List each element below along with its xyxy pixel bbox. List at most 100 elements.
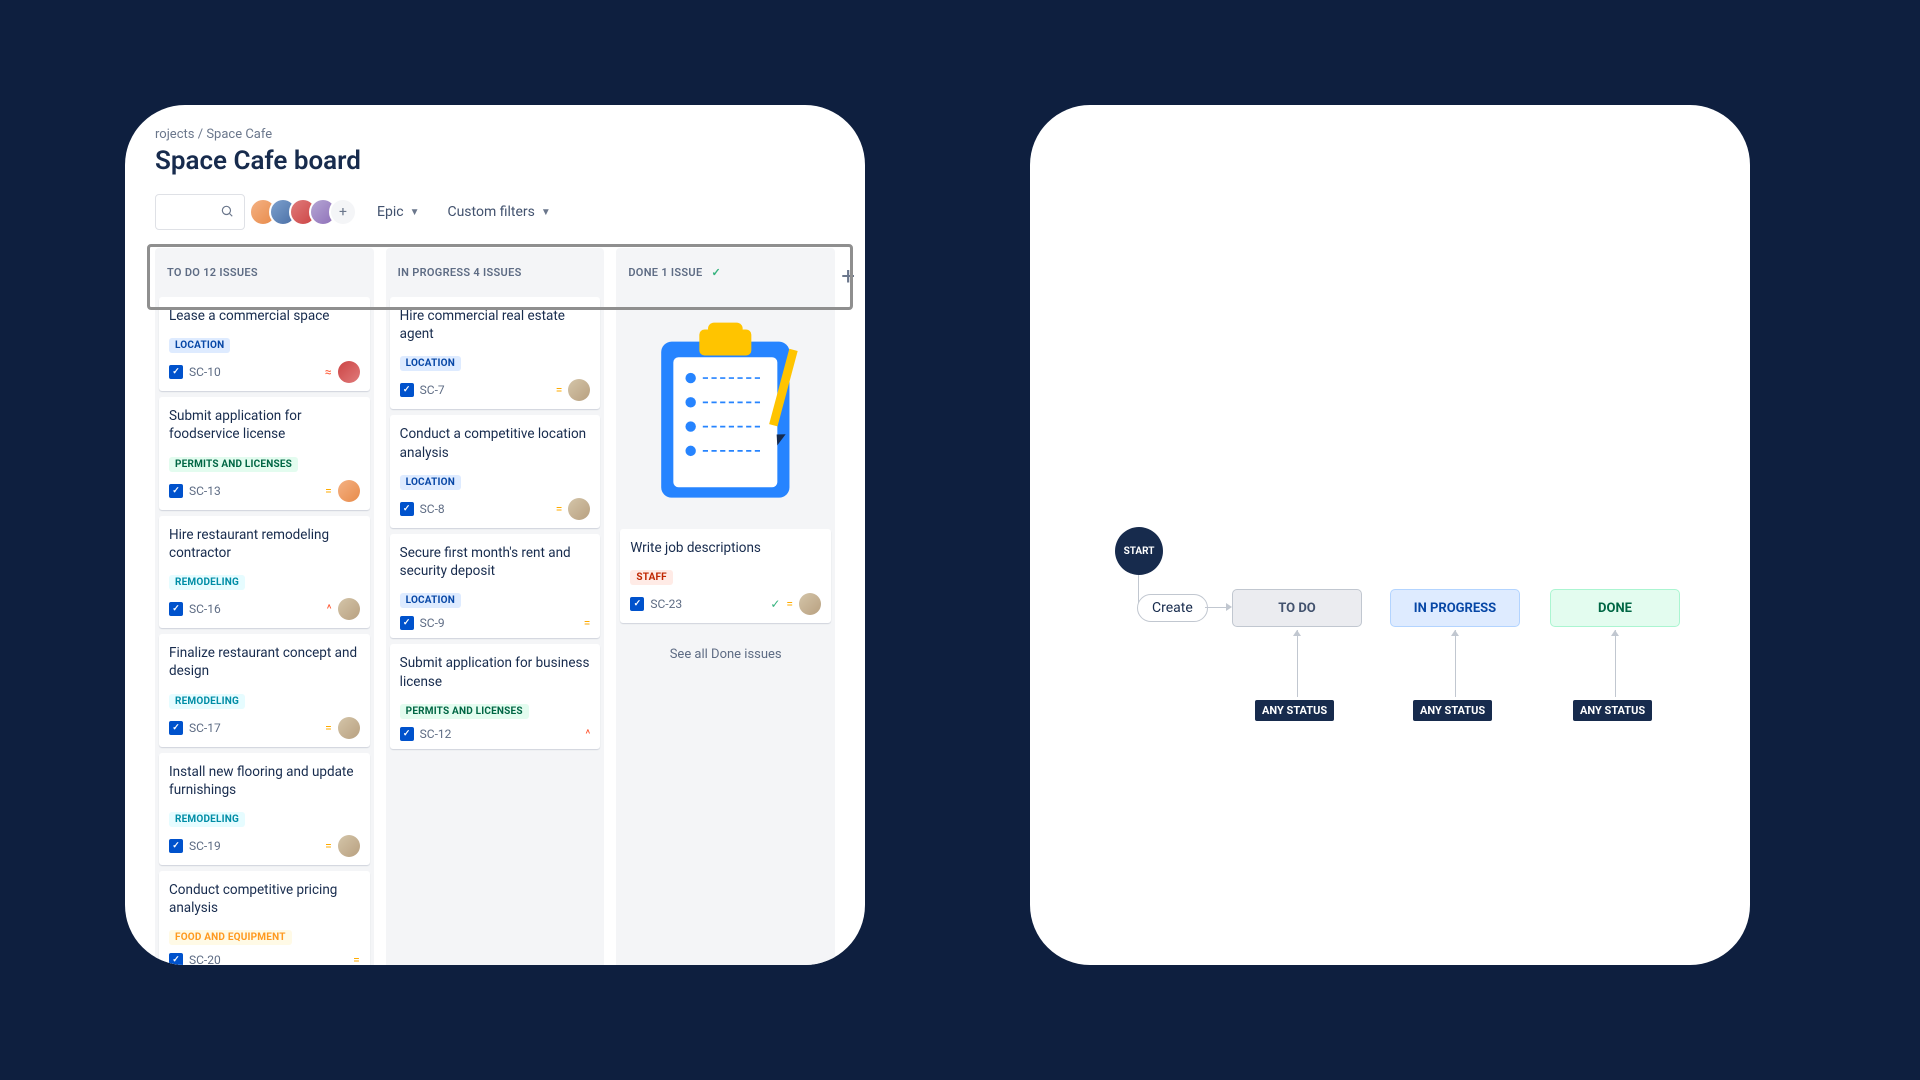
assignee-avatar[interactable]	[338, 598, 360, 620]
assignee-avatar[interactable]	[799, 593, 821, 615]
issue-card[interactable]: Hire restaurant remodeling contractor REM…	[159, 516, 370, 628]
see-all-done-link[interactable]: See all Done issues	[616, 627, 835, 682]
done-illustration	[616, 297, 835, 529]
priority-icon: =	[584, 616, 591, 630]
priority-icon: ≈	[325, 365, 332, 379]
card-tag: LOCATION	[400, 475, 461, 490]
task-icon	[630, 597, 644, 611]
priority-icon: =	[786, 597, 793, 611]
priority-icon: =	[325, 721, 332, 735]
card-title: Hire restaurant remodeling contractor	[169, 526, 360, 562]
card-title: Hire commercial real estate agent	[400, 307, 591, 343]
card-tag: PERMITS AND LICENSES	[400, 704, 529, 719]
breadcrumb-project[interactable]: Space Cafe	[206, 127, 272, 142]
card-tag: LOCATION	[169, 338, 230, 353]
priority-icon: =	[325, 839, 332, 853]
card-title: Submit application for business license	[400, 654, 591, 690]
task-icon	[400, 616, 414, 630]
card-tag: PERMITS AND LICENSES	[169, 457, 298, 472]
assignee-avatar[interactable]	[568, 379, 590, 401]
issue-key: SC-8	[420, 502, 445, 516]
arrow-up-icon	[1293, 630, 1301, 636]
task-icon	[169, 953, 183, 965]
assignee-avatar[interactable]	[338, 717, 360, 739]
page-title: Space Cafe board	[155, 146, 835, 176]
issue-key: SC-12	[420, 727, 452, 741]
priority-icon: ^	[327, 602, 332, 616]
add-people-button[interactable]: +	[329, 198, 357, 226]
issue-card[interactable]: Submit application for business license P…	[390, 644, 601, 748]
issue-key: SC-20	[189, 953, 221, 965]
arrow-up-icon	[1451, 630, 1459, 636]
task-icon	[169, 602, 183, 616]
priority-icon: =	[353, 953, 360, 965]
workflow-panel: START Create TO DO IN PROGRESS DONE ANY …	[1030, 105, 1750, 965]
breadcrumb-root[interactable]: rojects	[155, 127, 194, 142]
workflow-status-inprogress[interactable]: IN PROGRESS	[1390, 589, 1520, 627]
workflow-any-status[interactable]: ANY STATUS	[1255, 700, 1334, 721]
assignee-avatar[interactable]	[338, 835, 360, 857]
column-todo: TO DO 12 ISSUES Lease a commercial space…	[155, 248, 374, 965]
workflow-any-status[interactable]: ANY STATUS	[1413, 700, 1492, 721]
issue-key: SC-16	[189, 602, 221, 616]
card-title: Conduct a competitive location analysis	[400, 425, 591, 461]
card-tag: REMODELING	[169, 694, 245, 709]
column-header-inprogress[interactable]: IN PROGRESS 4 ISSUES	[386, 248, 605, 297]
issue-card[interactable]: Conduct competitive pricing analysisFOOD…	[159, 871, 370, 965]
search-input[interactable]	[155, 194, 245, 230]
issue-card[interactable]: Finalize restaurant concept and designRE…	[159, 634, 370, 746]
search-icon	[220, 203, 234, 222]
task-icon	[169, 365, 183, 379]
priority-icon: =	[556, 502, 563, 516]
column-inprogress: IN PROGRESS 4 ISSUES Hire commercial rea…	[386, 248, 605, 965]
board-panel: rojects / Space Cafe Space Cafe board + …	[125, 105, 865, 965]
issue-key: SC-10	[189, 365, 221, 379]
task-icon	[400, 502, 414, 516]
assignee-avatar[interactable]	[568, 498, 590, 520]
issue-key: SC-9	[420, 616, 445, 630]
workflow-status-todo[interactable]: TO DO	[1232, 589, 1362, 627]
column-header-done[interactable]: DONE 1 ISSUE ✓	[616, 248, 835, 297]
issue-key: SC-7	[420, 383, 445, 397]
issue-card[interactable]: Write job descriptionsSTAFFSC-23✓=	[620, 529, 831, 623]
issue-card[interactable]: Conduct a competitive location analysis L…	[390, 415, 601, 527]
issue-key: SC-13	[189, 484, 221, 498]
issue-card[interactable]: Submit application for foodservice licen…	[159, 397, 370, 509]
board-columns: TO DO 12 ISSUES Lease a commercial space…	[155, 248, 835, 965]
workflow-create-node[interactable]: Create	[1137, 594, 1208, 622]
card-title: Lease a commercial space	[169, 307, 360, 325]
issue-card[interactable]: Install new flooring and update furnishi…	[159, 753, 370, 865]
card-tag: REMODELING	[169, 575, 245, 590]
workflow-status-done[interactable]: DONE	[1550, 589, 1680, 627]
column-header-todo[interactable]: TO DO 12 ISSUES	[155, 248, 374, 297]
add-column-button[interactable]: +	[841, 262, 855, 290]
issue-key: SC-17	[189, 721, 221, 735]
issue-card[interactable]: Hire commercial real estate agent LOCATIO…	[390, 297, 601, 409]
chevron-down-icon: ▼	[541, 207, 551, 218]
task-icon	[169, 484, 183, 498]
assignee-avatar[interactable]	[338, 480, 360, 502]
workflow-any-status[interactable]: ANY STATUS	[1573, 700, 1652, 721]
epic-filter[interactable]: Epic ▼	[369, 198, 427, 226]
task-icon	[169, 839, 183, 853]
arrow-up-icon	[1611, 630, 1619, 636]
task-icon	[169, 721, 183, 735]
avatar-group[interactable]: +	[257, 198, 357, 226]
card-tag: REMODELING	[169, 812, 245, 827]
issue-card[interactable]: Lease a commercial space LOCATION SC-10 ≈	[159, 297, 370, 391]
priority-icon: =	[556, 383, 563, 397]
column-done: DONE 1 ISSUE ✓	[616, 248, 835, 965]
workflow-start-node[interactable]: START	[1115, 527, 1163, 575]
issue-card[interactable]: Secure first month's rent and security d…	[390, 534, 601, 638]
card-title: Conduct competitive pricing analysis	[169, 881, 360, 917]
card-tag: LOCATION	[400, 593, 461, 608]
breadcrumb[interactable]: rojects / Space Cafe	[155, 127, 835, 142]
task-icon	[400, 383, 414, 397]
priority-icon: =	[325, 484, 332, 498]
done-check-icon: ✓	[770, 597, 780, 611]
issue-key: SC-19	[189, 839, 221, 853]
custom-filters[interactable]: Custom filters ▼	[439, 198, 558, 226]
card-title: Install new flooring and update furnishi…	[169, 763, 360, 799]
card-tag: LOCATION	[400, 356, 461, 371]
assignee-avatar[interactable]	[338, 361, 360, 383]
